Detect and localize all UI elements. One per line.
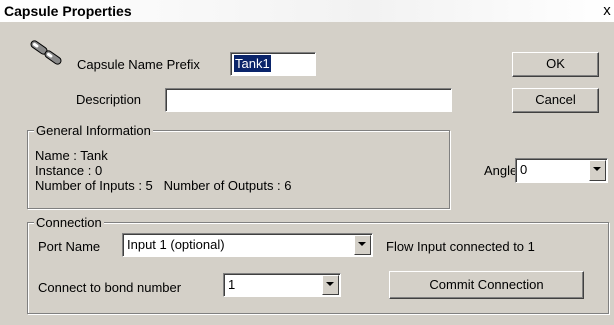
ok-button[interactable]: OK	[512, 52, 599, 77]
description-label: Description	[76, 92, 142, 107]
capsule-properties-dialog: Capsule Properties x Capsule Name Prefix…	[0, 0, 614, 325]
close-button[interactable]: x	[600, 3, 614, 19]
description-field[interactable]	[165, 88, 452, 112]
general-info-io-counts: Number of Inputs : 5 Number of Outputs :…	[35, 178, 292, 193]
title-bar: Capsule Properties x	[0, 0, 614, 22]
general-information-group: General Information Name : Tank Instance…	[27, 123, 450, 209]
description-input[interactable]	[168, 90, 449, 110]
commit-connection-button[interactable]: Commit Connection	[389, 271, 584, 299]
capsule-name-prefix-field[interactable]: Tank1	[230, 52, 316, 76]
capsule-icon	[30, 40, 62, 65]
chevron-down-icon[interactable]	[322, 275, 339, 295]
connection-status-text: Flow Input connected to 1	[386, 239, 535, 254]
general-information-legend: General Information	[34, 123, 153, 138]
chevron-down-icon[interactable]	[354, 235, 371, 255]
bond-number-select[interactable]: 1	[223, 273, 341, 297]
window-title: Capsule Properties	[4, 3, 132, 19]
port-name-label: Port Name	[38, 239, 101, 254]
chevron-down-icon[interactable]	[589, 160, 606, 181]
general-info-name: Name : Tank	[35, 148, 108, 163]
capsule-name-prefix-label: Capsule Name Prefix	[77, 57, 200, 72]
angle-label: Angle	[484, 163, 518, 178]
angle-select[interactable]: 0	[515, 158, 608, 183]
port-name-value: Input 1 (optional)	[127, 237, 225, 252]
connection-legend: Connection	[34, 215, 104, 230]
port-name-select[interactable]: Input 1 (optional)	[122, 233, 373, 257]
general-info-instance: Instance : 0	[35, 163, 103, 178]
angle-value: 0	[520, 162, 528, 177]
bond-number-label: Connect to bond number	[38, 280, 182, 295]
cancel-button[interactable]: Cancel	[512, 88, 599, 113]
bond-number-value: 1	[228, 277, 236, 292]
capsule-name-prefix-value: Tank1	[234, 55, 271, 72]
